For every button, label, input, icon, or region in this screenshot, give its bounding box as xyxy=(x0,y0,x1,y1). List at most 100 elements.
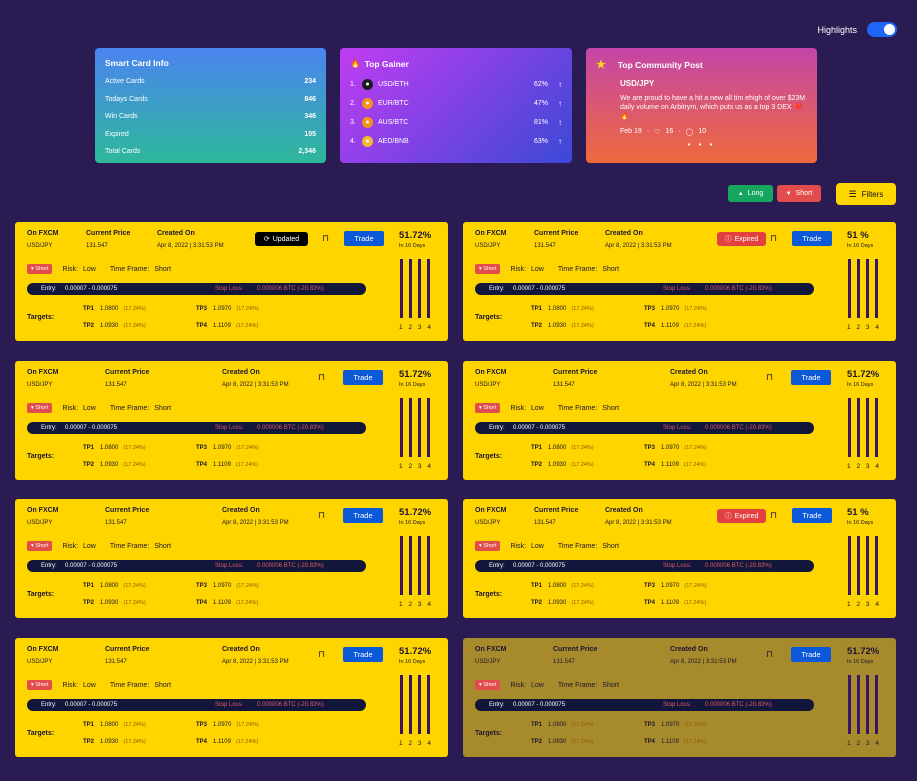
bar-label: 4 xyxy=(875,740,879,747)
tp-label: TP4 xyxy=(644,600,656,606)
trade-button[interactable]: Trade xyxy=(792,231,832,246)
comments-count: 10 xyxy=(698,128,707,135)
days-label: In 16 Days xyxy=(399,659,426,665)
gainer-row[interactable]: 4. ● AED/BNB 63% ↑ xyxy=(350,136,562,147)
bar-labels: 1234 xyxy=(398,324,432,331)
tp-value: 1.0930 xyxy=(100,323,119,329)
target-progress-bars xyxy=(846,675,880,734)
bar-labels: 1234 xyxy=(846,463,880,470)
trade-button[interactable]: Trade xyxy=(792,508,832,523)
short-pill-label: Short xyxy=(483,682,497,688)
tp4: TP4 1.1109 (17.24%) xyxy=(196,462,258,468)
comment-icon[interactable]: ◯ xyxy=(686,128,694,136)
exchange: On FXCM xyxy=(27,230,59,237)
trade-button[interactable]: Trade xyxy=(791,370,831,385)
tp3: TP3 1.0970 (17.24%) xyxy=(196,445,259,451)
carousel-dots[interactable]: • • • xyxy=(596,140,807,149)
tp-percent: (17.24%) xyxy=(571,722,594,728)
days-label: In 16 Days xyxy=(399,520,426,526)
tp-label: TP4 xyxy=(196,739,208,745)
timeframe-value: Short xyxy=(154,404,172,412)
entry-value: 0.00007 - 0.000075 xyxy=(513,702,566,708)
bookmark-icon[interactable]: ⊓ xyxy=(766,372,773,383)
bookmark-icon[interactable]: ⊓ xyxy=(766,649,773,660)
switch-knob xyxy=(884,24,895,35)
tp4: TP4 1.1109 (17.24%) xyxy=(196,739,258,745)
pair: USD/JPY xyxy=(27,243,53,249)
top-community-post-panel[interactable]: ★ Top Community Post USD/JPY We are proud… xyxy=(586,48,817,163)
trade-button[interactable]: Trade xyxy=(343,370,383,385)
stop-loss-value: 0.000006 BTC (-20.83%) xyxy=(257,702,324,708)
target-progress-bars xyxy=(846,398,880,457)
gain-percent: 51.72% xyxy=(399,646,432,657)
bar-label: 3 xyxy=(417,463,422,470)
tp3: TP3 1.0970 (17.24%) xyxy=(644,583,707,589)
filters-button[interactable]: ☰ Filters xyxy=(836,183,896,205)
stop-loss-value: 0.000006 BTC (-20.83%) xyxy=(257,425,324,431)
entry-bar: Entry: 0.00007 - 0.000075 Stop Loss: 0.0000… xyxy=(27,699,366,711)
tp3: TP3 1.0970 (17.24%) xyxy=(644,445,707,451)
created-on-label: Created On xyxy=(222,507,260,514)
entry-value: 0.00007 - 0.000075 xyxy=(65,563,118,569)
tp2: TP2 1.0930 (17.24%) xyxy=(531,462,594,468)
progress-bar xyxy=(848,675,851,734)
stop-loss-value: 0.000006 BTC (-20.83%) xyxy=(705,702,772,708)
tp-value: 1.0970 xyxy=(661,583,680,589)
arrow-up-icon: ↑ xyxy=(558,99,562,108)
bar-label: 3 xyxy=(417,740,422,747)
bookmark-icon[interactable]: ⊓ xyxy=(318,372,325,383)
stop-loss-value: 0.000006 BTC (-20.83%) xyxy=(257,563,324,569)
short-pill: ▾ Short xyxy=(475,403,501,413)
current-price-label: Current Price xyxy=(105,646,150,653)
short-filter-button[interactable]: ▼ Short xyxy=(777,185,821,202)
bar-label: 2 xyxy=(856,740,861,747)
gain-percent: 62% xyxy=(533,81,548,88)
tp-percent: (17.24%) xyxy=(571,323,594,329)
stat-row: Todays Cards 846 xyxy=(105,96,316,103)
gainer-row[interactable]: 3. ● AUS/BTC 81% ↑ xyxy=(350,117,562,128)
days-label: In 16 Days xyxy=(847,659,874,665)
bookmark-icon[interactable]: ⊓ xyxy=(770,510,777,521)
bookmark-icon[interactable]: ⊓ xyxy=(770,233,777,244)
risk-value: Low xyxy=(531,681,544,689)
gainer-row[interactable]: 2. ● EUR/BTC 47% ↑ xyxy=(350,98,562,109)
short-pill-label: Short xyxy=(483,405,497,411)
tp-value: 1.0800 xyxy=(100,583,119,589)
long-filter-button[interactable]: ▲ Long xyxy=(728,185,773,202)
tp-value: 1.0930 xyxy=(548,323,567,329)
tp-label: TP1 xyxy=(531,445,543,451)
gainer-row[interactable]: 1. ● USD/ETH 62% ↑ xyxy=(350,79,562,90)
stat-row: Active Cards 234 xyxy=(105,78,316,85)
timeframe-label: Time Frame: xyxy=(557,542,598,550)
tp-percent: (17.24%) xyxy=(684,583,707,589)
tp3: TP3 1.0970 (17.24%) xyxy=(644,306,707,312)
trade-button[interactable]: Trade xyxy=(344,231,384,246)
tp-label: TP4 xyxy=(196,462,208,468)
tp-percent: (17.24%) xyxy=(123,445,146,451)
tp-percent: (17.24%) xyxy=(684,306,707,312)
pair: AED/BNB xyxy=(378,138,409,145)
short-pill: ▾ Short xyxy=(475,264,501,274)
timeframe-label: Time Frame: xyxy=(557,404,598,412)
tp-percent: (17.24%) xyxy=(123,600,146,606)
exchange: On FXCM xyxy=(475,230,507,237)
bookmark-icon[interactable]: ⊓ xyxy=(322,233,329,244)
trade-button[interactable]: Trade xyxy=(343,508,383,523)
target-progress-bars xyxy=(398,398,432,457)
short-pill-label: Short xyxy=(483,543,497,549)
tp-label: TP1 xyxy=(531,722,543,728)
timeframe-label: Time Frame: xyxy=(109,542,150,550)
highlights-switch[interactable] xyxy=(867,22,897,37)
trade-button[interactable]: Trade xyxy=(343,647,383,662)
bookmark-icon[interactable]: ⊓ xyxy=(318,649,325,660)
trade-button[interactable]: Trade xyxy=(791,647,831,662)
bookmark-icon[interactable]: ⊓ xyxy=(318,510,325,521)
smart-card-title: Smart Card Info xyxy=(105,58,169,68)
stop-loss-value: 0.000006 BTC (-20.83%) xyxy=(705,286,772,292)
heart-icon[interactable]: ♡ xyxy=(654,128,660,136)
bar-label: 4 xyxy=(427,463,431,470)
short-label: Short xyxy=(795,190,813,197)
timeframe-value: Short xyxy=(602,542,620,550)
stop-loss-value: 0.000006 BTC (-20.83%) xyxy=(705,563,772,569)
tp-value: 1.0970 xyxy=(213,583,232,589)
